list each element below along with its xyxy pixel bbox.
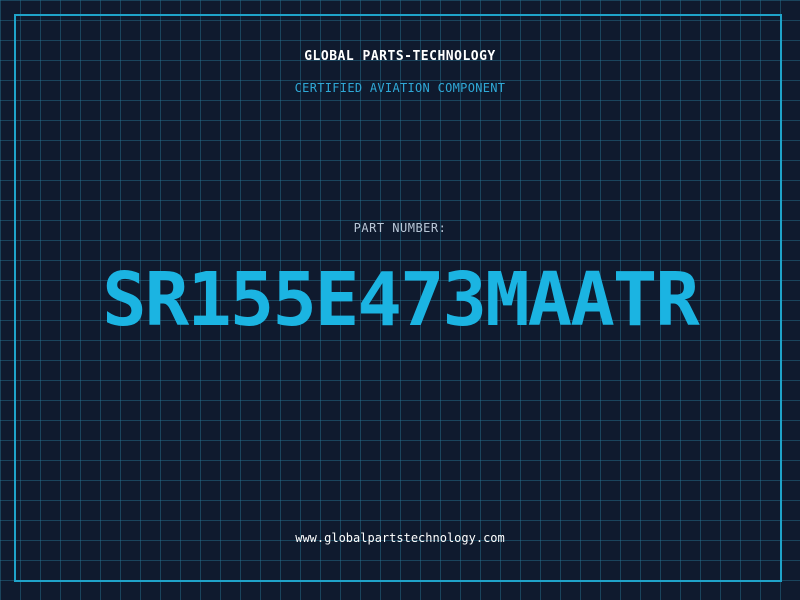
certification-subtitle: CERTIFIED AVIATION COMPONENT (294, 81, 506, 95)
part-number-value: SR155E473MAATR (102, 257, 700, 343)
website-url[interactable]: www.globalpartstechnology.com (0, 531, 800, 545)
part-label-card: GLOBAL PARTS-TECHNOLOGY CERTIFIED AVIATI… (0, 0, 800, 600)
part-number-label: PART NUMBER: (353, 221, 447, 235)
company-name: GLOBAL PARTS-TECHNOLOGY (304, 49, 496, 64)
